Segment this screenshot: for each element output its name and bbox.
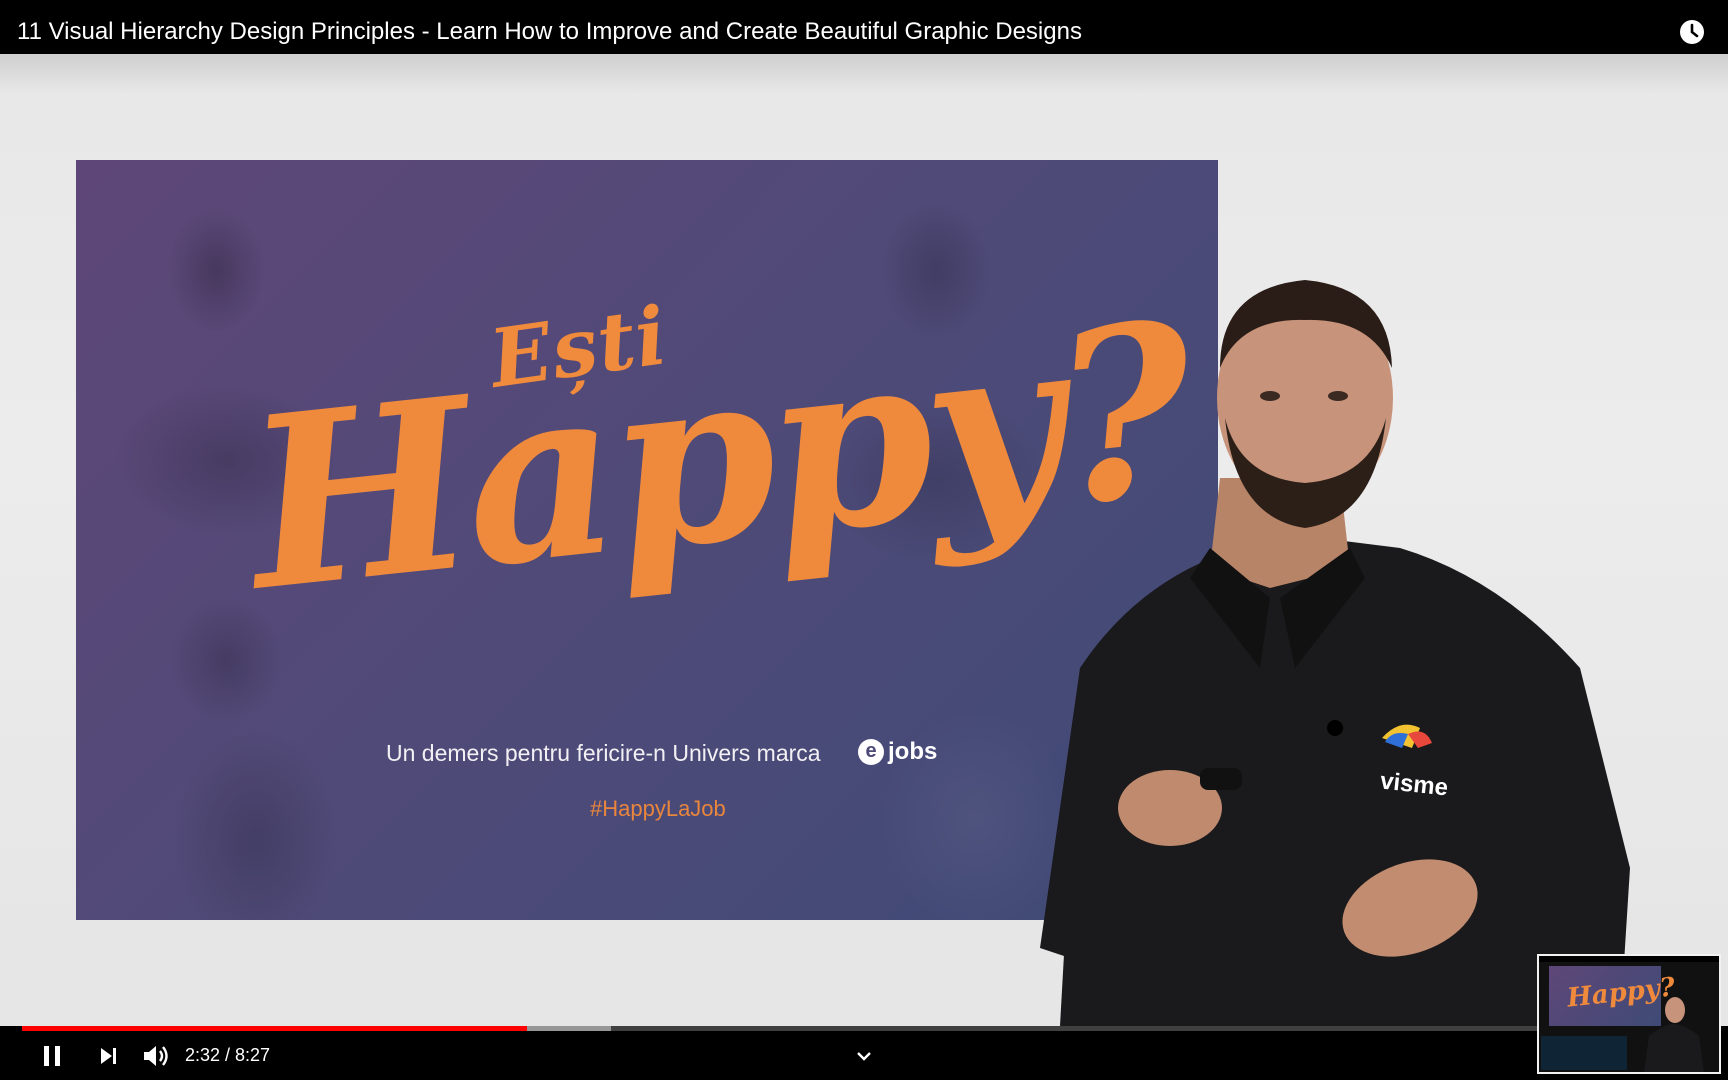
video-player[interactable]: Ești Happy? Un demers pentru fericire-n …: [0, 54, 1728, 1026]
chevron-down-icon: [857, 1051, 871, 1061]
ejobs-logo-mark: e: [858, 739, 884, 765]
video-title[interactable]: 11 Visual Hierarchy Design Principles - …: [17, 0, 1082, 54]
slide-tagline: Un demers pentru fericire-n Univers marc…: [386, 740, 821, 766]
clock-icon[interactable]: [1678, 18, 1706, 46]
pause-icon: [44, 1045, 60, 1066]
preview-thumbnail[interactable]: Happy?: [1537, 954, 1721, 1074]
slide-hashtag: #HappyLaJob: [590, 796, 726, 821]
title-bar: 11 Visual Hierarchy Design Principles - …: [0, 0, 1728, 54]
time-display: 2:32 / 8:27: [185, 1045, 271, 1065]
next-icon: [101, 1047, 116, 1064]
thumbnail-controls: [1541, 1036, 1627, 1070]
volume-button[interactable]: [140, 1031, 172, 1080]
next-button[interactable]: [96, 1031, 122, 1080]
volume-icon: [144, 1045, 168, 1066]
thumbnail-top-bar: [1539, 956, 1719, 962]
expand-button[interactable]: [852, 1031, 876, 1080]
control-bar: 2:32 / 8:27: [0, 1031, 1728, 1080]
presenter: [1040, 280, 1630, 1026]
pause-button[interactable]: [38, 1031, 66, 1080]
ejobs-logo: e jobs: [858, 738, 937, 766]
ejobs-logo-text: jobs: [888, 738, 938, 765]
thumbnail-presenter: [1644, 997, 1704, 1072]
